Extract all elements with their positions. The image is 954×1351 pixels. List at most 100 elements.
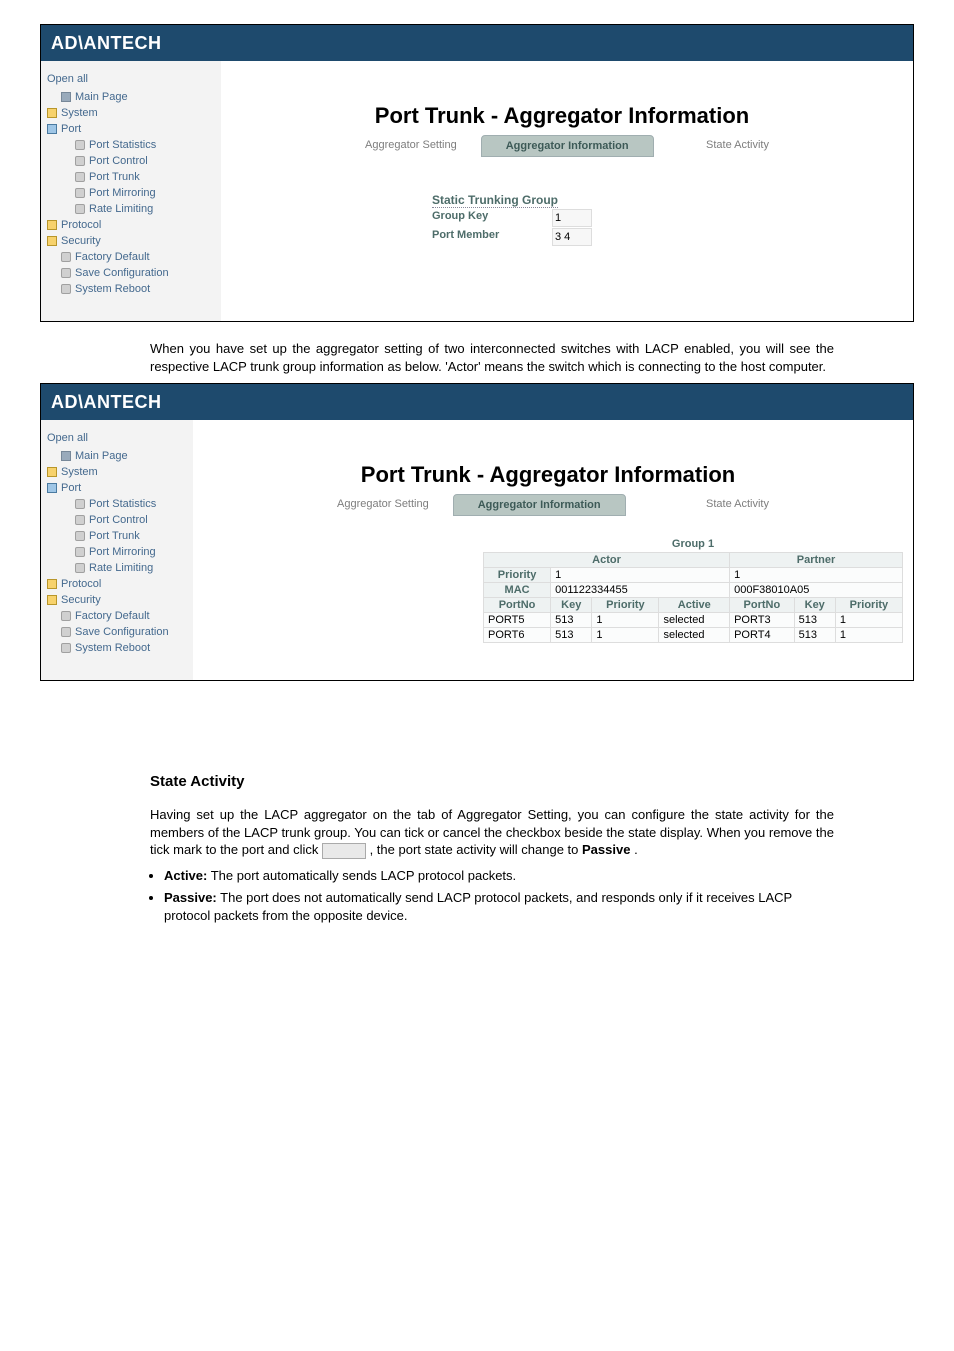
page-icon [61,451,71,461]
folder-icon [47,108,57,118]
page-title: Port Trunk - Aggregator Information [221,103,903,129]
partner-mac: 000F38010A05 [730,583,903,598]
key-a-header: Key [551,598,592,613]
sidebar-port[interactable]: Port [61,121,81,137]
sidebar-save-config[interactable]: Save Configuration [75,624,169,640]
portno-b-header: PortNo [730,598,795,613]
lacp-group-label: Group 1 [483,536,903,552]
sidebar-open-all[interactable]: Open all [47,430,187,446]
table-row: PORT6 513 1 selected PORT4 513 1 [484,628,903,643]
para2-text-d: . [634,842,638,857]
tab-aggregator-setting[interactable]: Aggregator Setting [313,494,453,516]
active-text: The port automatically sends LACP protoc… [207,868,516,883]
screenshot-aggregator-static: AD\ANTECH Industrial S Open all Main Pag… [40,24,914,322]
page-icon [61,92,71,102]
sidebar-port-mirroring[interactable]: Port Mirroring [89,185,156,201]
tab-state-activity[interactable]: State Activity [682,494,793,516]
tab-aggregator-setting[interactable]: Aggregator Setting [341,135,481,157]
sidebar-port-statistics[interactable]: Port Statistics [89,496,156,512]
cell: 1 [835,628,902,643]
sidebar-open-all[interactable]: Open all [47,71,215,87]
folder-icon [47,467,57,477]
sidebar-port-statistics[interactable]: Port Statistics [89,137,156,153]
doc-icon [75,188,85,198]
sidebar-protocol[interactable]: Protocol [61,576,101,592]
sidebar-rate-limiting[interactable]: Rate Limiting [89,201,153,217]
doc-icon [75,547,85,557]
pri-a-header: Priority [592,598,659,613]
sidebar-factory-default[interactable]: Factory Default [75,249,150,265]
sidebar-main-page[interactable]: Main Page [75,89,128,105]
cell: PORT5 [484,613,551,628]
doc-icon [61,284,71,294]
apply-button-placeholder[interactable] [322,843,366,859]
sidebar: Open all Main Page System Port Port Stat… [41,420,193,680]
tab-aggregator-information[interactable]: Aggregator Information [481,135,654,157]
sidebar-port-mirroring[interactable]: Port Mirroring [89,544,156,560]
sidebar-security[interactable]: Security [61,592,101,608]
cell: 513 [794,613,835,628]
tab-bar: Aggregator Setting Aggregator Informatio… [341,135,903,157]
tab-state-activity[interactable]: State Activity [682,135,793,157]
doc-icon [75,204,85,214]
key-b-header: Key [794,598,835,613]
list-item: Active: The port automatically sends LAC… [164,867,834,885]
group-key-label: Group Key [432,208,552,227]
priority-label: Priority [484,568,551,583]
para2-text-b: , the port state activity will change to [370,842,582,857]
list-item: Passive: The port does not automatically… [164,889,834,925]
folder-open-icon [47,483,57,493]
cell: PORT6 [484,628,551,643]
sidebar-security[interactable]: Security [61,233,101,249]
sidebar-port-trunk[interactable]: Port Trunk [89,528,140,544]
folder-icon [47,236,57,246]
group-key-value: 1 [552,209,592,227]
doc-icon [61,268,71,278]
sidebar-system-reboot[interactable]: System Reboot [75,640,150,656]
tab-aggregator-information[interactable]: Aggregator Information [453,494,626,516]
cell: PORT4 [730,628,795,643]
actor-mac: 001122334455 [551,583,730,598]
doc-icon [75,531,85,541]
passive-label: Passive: [164,890,217,905]
partner-header: Partner [730,553,903,568]
sidebar-protocol[interactable]: Protocol [61,217,101,233]
cell: 1 [592,628,659,643]
sidebar-port-control[interactable]: Port Control [89,153,148,169]
sidebar-factory-default[interactable]: Factory Default [75,608,150,624]
partner-priority: 1 [730,568,903,583]
doc-icon [61,252,71,262]
para2-passive: Passive [582,842,630,857]
cell: 1 [835,613,902,628]
content-pane: Port Trunk - Aggregator Information Aggr… [193,420,913,680]
port-member-value: 3 4 [552,228,592,246]
sidebar-system[interactable]: System [61,464,98,480]
sidebar-port[interactable]: Port [61,480,81,496]
paragraph-2: Having set up the LACP aggregator on the… [150,806,834,859]
cell: 513 [551,628,592,643]
doc-icon [75,499,85,509]
doc-icon [61,627,71,637]
lacp-group-block: Group 1 Actor Partner Priority 1 1 MAC 0… [483,536,903,643]
tab-bar: Aggregator Setting Aggregator Informatio… [313,494,903,516]
static-trunking-title: Static Trunking Group [432,193,558,208]
doc-icon [75,172,85,182]
active-header: Active [659,598,730,613]
passive-text: The port does not automatically send LAC… [164,890,792,923]
content-pane: Port Trunk - Aggregator Information Aggr… [221,61,913,321]
static-trunking-block: Static Trunking Group Group Key1 Port Me… [432,193,692,246]
folder-icon [47,220,57,230]
doc-icon [75,140,85,150]
sidebar-rate-limiting[interactable]: Rate Limiting [89,560,153,576]
sidebar-system-reboot[interactable]: System Reboot [75,281,150,297]
doc-icon [61,611,71,621]
cell: 513 [551,613,592,628]
actor-priority: 1 [551,568,730,583]
mac-label: MAC [484,583,551,598]
sidebar-system[interactable]: System [61,105,98,121]
sidebar-port-control[interactable]: Port Control [89,512,148,528]
sidebar-port-trunk[interactable]: Port Trunk [89,169,140,185]
sidebar-save-config[interactable]: Save Configuration [75,265,169,281]
sidebar: Open all Main Page System Port Port Stat… [41,61,221,321]
sidebar-main-page[interactable]: Main Page [75,448,128,464]
